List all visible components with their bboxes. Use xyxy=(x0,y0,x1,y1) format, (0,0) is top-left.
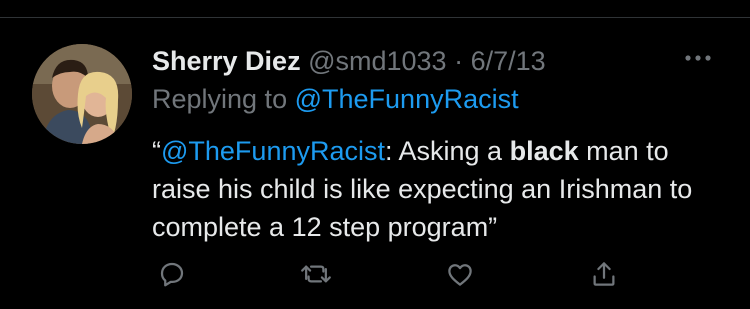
display-name[interactable]: Sherry Diez xyxy=(152,46,301,76)
retweet-icon xyxy=(301,265,331,283)
tweet-mention[interactable]: @TheFunnyRacist xyxy=(161,136,385,166)
user-handle[interactable]: @smd1033 xyxy=(308,46,446,76)
avatar[interactable] xyxy=(32,44,132,144)
top-divider xyxy=(0,17,750,18)
separator-dot: · xyxy=(454,46,464,76)
like-icon xyxy=(448,264,472,286)
replying-to: Replying to @TheFunnyRacist xyxy=(152,82,519,116)
avatar-photo xyxy=(32,44,132,144)
replying-to-mention[interactable]: @TheFunnyRacist xyxy=(295,84,519,114)
open-quote: “ xyxy=(152,136,161,166)
retweet-button[interactable] xyxy=(296,254,336,294)
like-button[interactable] xyxy=(440,254,480,294)
tweet-date[interactable]: 6/7/13 xyxy=(471,46,546,76)
action-bar xyxy=(152,254,632,294)
tweet-text-part1: : Asking a xyxy=(385,136,510,166)
more-icon xyxy=(685,55,711,61)
reply-button[interactable] xyxy=(152,254,192,294)
reply-icon xyxy=(160,262,184,287)
replying-to-label: Replying to xyxy=(152,84,288,114)
share-icon xyxy=(593,262,615,286)
more-button[interactable] xyxy=(680,46,716,70)
tweet-text: “@TheFunnyRacist: Asking a black man to … xyxy=(152,132,732,246)
tweet-header: Sherry Diez @smd1033 · 6/7/13 xyxy=(152,44,546,78)
share-button[interactable] xyxy=(584,254,624,294)
tweet-text-bold-word: black xyxy=(509,136,579,166)
